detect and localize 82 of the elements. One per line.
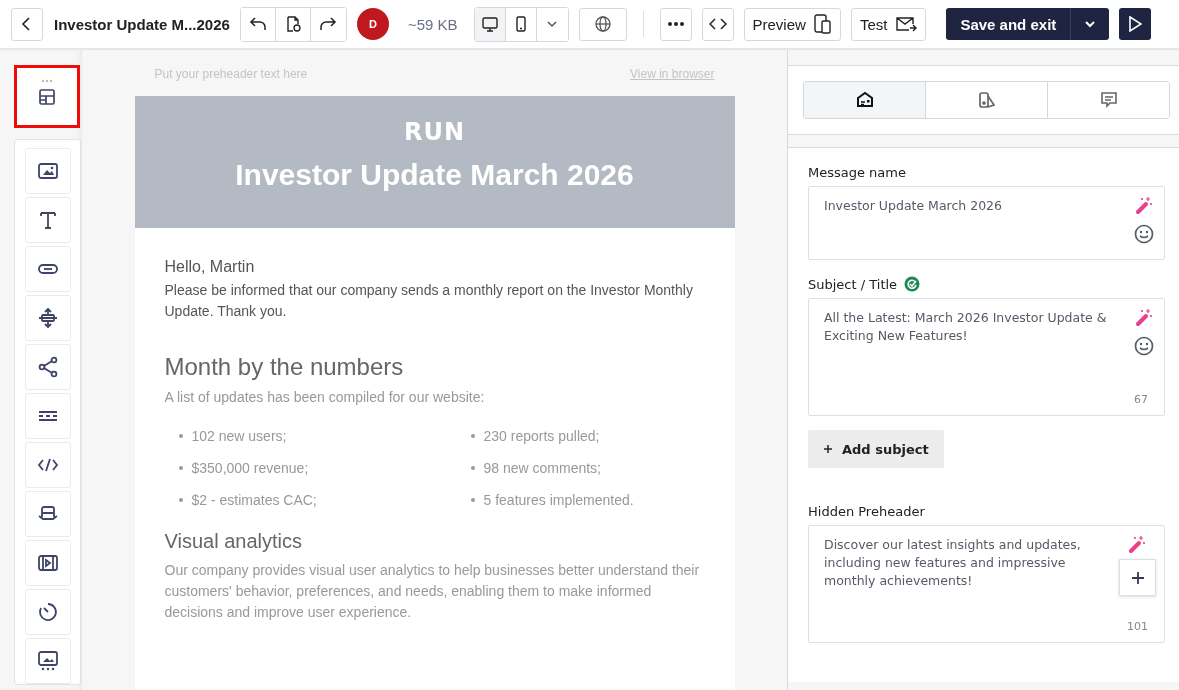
preview-button[interactable]: Preview — [743, 7, 841, 41]
add-subject-button[interactable]: Add subject — [808, 430, 944, 468]
magic-wand-icon[interactable] — [1134, 307, 1154, 327]
character-count: 101 — [1127, 620, 1148, 633]
chevron-down-icon — [1084, 19, 1097, 29]
list-item: 98 new comments; — [483, 460, 601, 476]
list-item: 230 reports pulled; — [483, 428, 600, 444]
structure-block-button[interactable] — [14, 65, 80, 128]
field-label: Hidden Preheader — [808, 503, 925, 519]
field-value: All the Latest: March 2026 Investor Update & Exciting New Features! — [824, 309, 1108, 345]
gallery-block-button[interactable] — [24, 638, 71, 684]
timer-icon — [36, 601, 59, 623]
field-value: Investor Update March 2026 — [824, 197, 1003, 215]
section-heading: Visual analytics — [164, 530, 303, 553]
banner-block-button[interactable] — [24, 491, 71, 537]
envelope-card-icon — [854, 90, 875, 110]
undo-icon — [248, 15, 267, 33]
send-mail-icon — [895, 16, 918, 32]
spacer-icon — [36, 307, 59, 329]
button-block-button[interactable] — [24, 246, 71, 292]
timer-block-button[interactable] — [24, 589, 71, 635]
language-button[interactable] — [578, 7, 627, 41]
section-heading: Month by the numbers — [164, 353, 405, 381]
palette-icon — [976, 90, 997, 110]
image-icon — [36, 160, 59, 182]
character-count: 67 — [1134, 393, 1148, 406]
undo-button[interactable] — [240, 7, 276, 41]
html-block-button[interactable] — [24, 442, 71, 488]
section-paragraph: Our company provides visual user analytics to help businesses better understand their customers' behavior, preferences, and needs, enabling them to make informed decisions and improve user experience. — [164, 561, 701, 622]
run-button[interactable] — [1119, 8, 1152, 40]
magic-wand-icon[interactable] — [1134, 195, 1154, 215]
save-and-exit-button[interactable]: Save and exit — [946, 8, 1072, 40]
video-icon — [36, 552, 59, 574]
greeting-text: Hello, Martin — [164, 258, 256, 276]
image-block-button[interactable] — [24, 148, 71, 194]
message-title: Investor Update M...2026 — [54, 15, 230, 33]
gallery-icon — [36, 650, 59, 672]
social-icon — [36, 356, 59, 378]
list-item: $350,000 revenue; — [191, 460, 309, 476]
logo-text: RUN — [403, 118, 466, 146]
more-icon — [666, 21, 685, 27]
plus-icon — [823, 444, 833, 454]
test-button[interactable]: Test — [850, 7, 927, 41]
save-options-button[interactable] — [1071, 8, 1110, 40]
magic-wand-icon[interactable] — [1126, 534, 1147, 554]
list-item: 5 features implemented. — [483, 492, 634, 508]
intro-paragraph: Please be informed that our company sends a monthly report on the Investor Monthly Update. Thank you. — [164, 281, 694, 321]
desktop-icon — [480, 15, 499, 33]
field-label: Subject / Title — [808, 276, 898, 292]
emoji-icon[interactable] — [1134, 224, 1154, 244]
field-label: Message name — [808, 164, 906, 180]
email-title: Investor Update March 2026 — [235, 158, 634, 192]
message-size: ~59 KB — [407, 15, 458, 33]
list-item: $2 - estimates CAC; — [191, 492, 317, 508]
drag-handle-icon[interactable] — [41, 78, 53, 83]
code-button[interactable] — [701, 7, 734, 41]
comment-icon — [1098, 90, 1119, 110]
text-field[interactable]: Discover our latest insights and updates, including new features and impressive monthly achievements! 101 — [808, 525, 1165, 643]
text-field[interactable]: All the Latest: March 2026 Investor Update & Exciting New Features! 67 — [808, 298, 1165, 416]
globe-icon — [593, 15, 612, 33]
user-avatar[interactable]: D — [356, 8, 389, 40]
redo-icon — [319, 15, 338, 33]
more-button[interactable] — [659, 7, 692, 41]
divider-block-button[interactable] — [24, 393, 71, 439]
desktop-view-tab[interactable] — [474, 7, 506, 41]
text-block-button[interactable] — [24, 197, 71, 243]
code-icon — [708, 17, 727, 31]
layout-icon — [37, 86, 57, 107]
devices-icon — [813, 14, 832, 34]
play-icon — [1128, 16, 1143, 32]
plus-icon — [1130, 570, 1145, 585]
add-button[interactable] — [1119, 559, 1156, 596]
video-block-button[interactable] — [24, 540, 71, 586]
text-field[interactable]: Investor Update March 2026 — [808, 186, 1165, 260]
list-intro-text: A list of updates has been compiled for our website: — [164, 388, 486, 407]
list-item: 102 new users; — [191, 428, 287, 444]
social-block-button[interactable] — [24, 344, 71, 390]
spacer-block-button[interactable] — [24, 295, 71, 341]
back-button[interactable] — [11, 7, 43, 41]
info-tab[interactable] — [804, 82, 926, 118]
field-value: Discover our latest insights and updates, including new features and impressive monthly achievements! — [824, 536, 1082, 590]
emoji-icon[interactable] — [1134, 336, 1154, 356]
